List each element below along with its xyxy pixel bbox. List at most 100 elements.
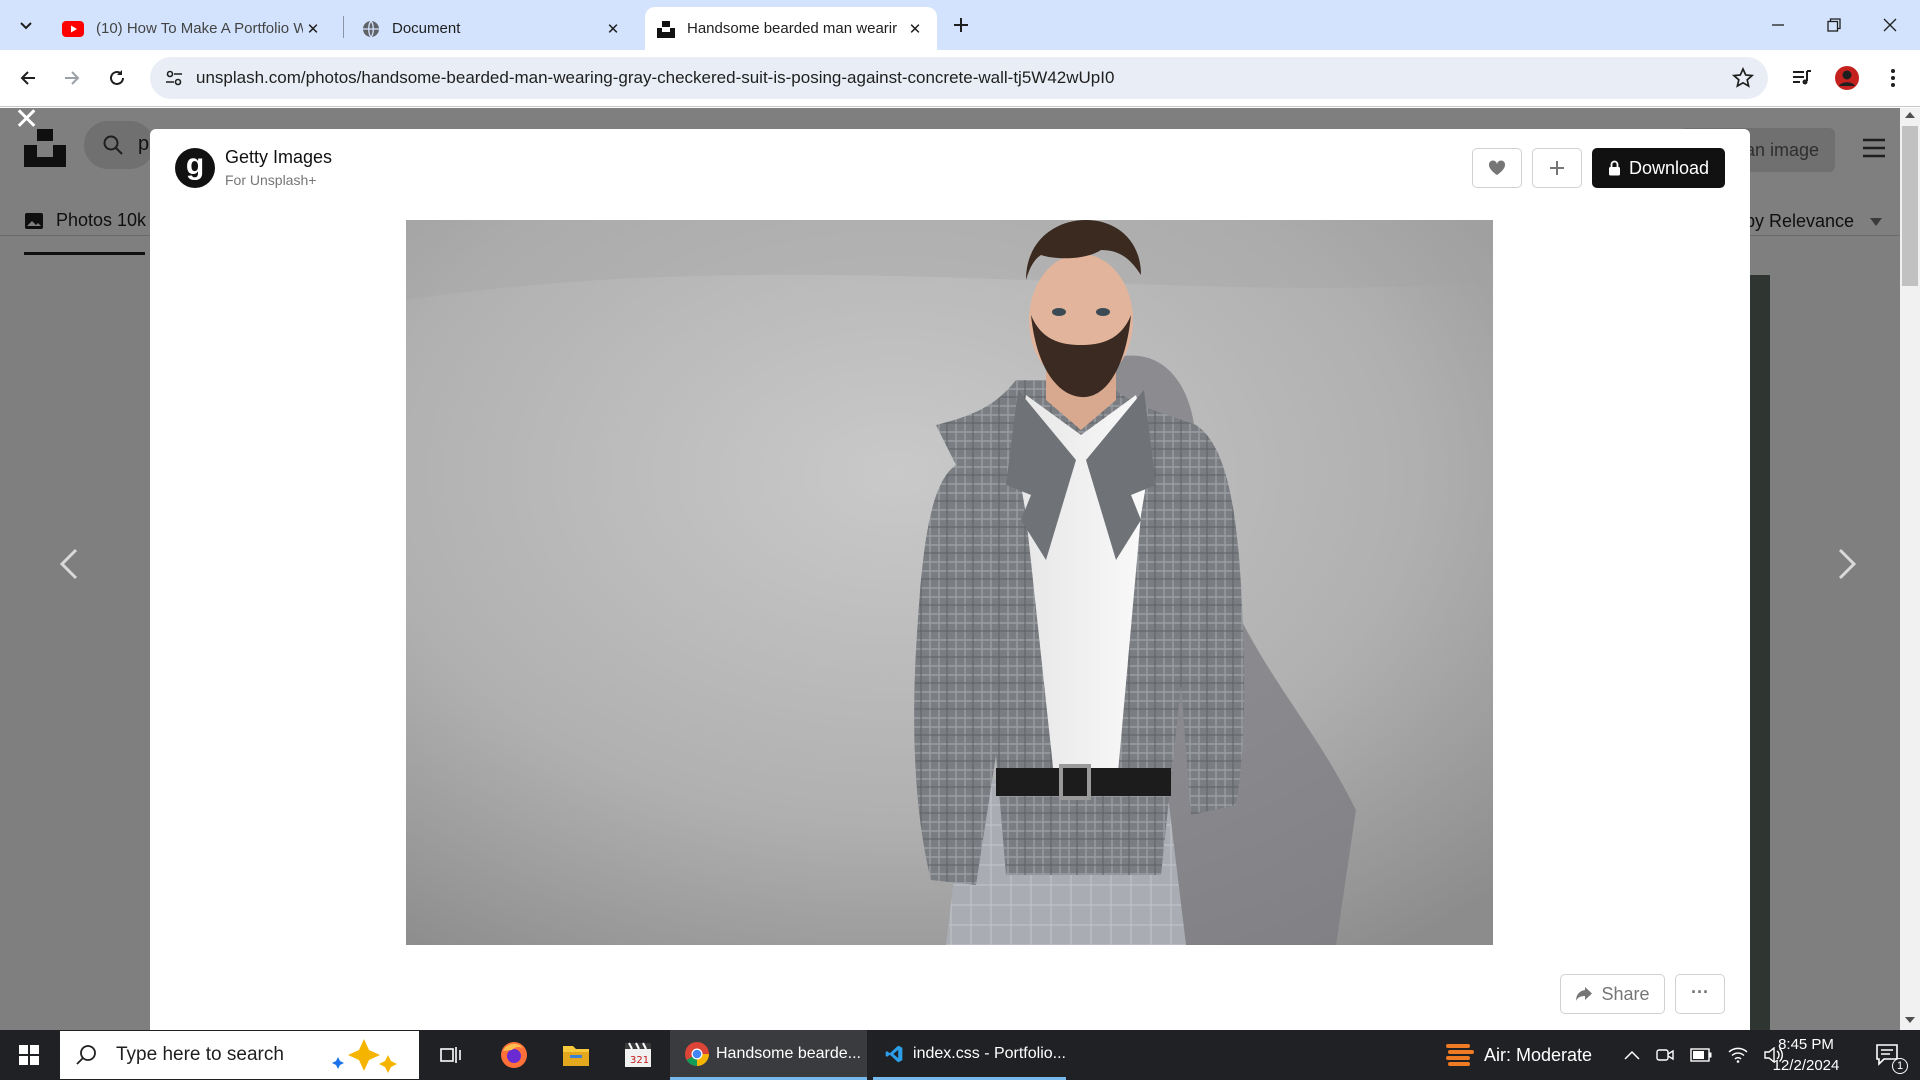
battery-icon[interactable] <box>1690 1048 1712 1062</box>
taskbar-app-vscode[interactable]: index.css - Portfolio... <box>873 1030 1066 1080</box>
browser-tab-unsplash[interactable]: Handsome bearded man wearir ✕ <box>645 7 937 50</box>
close-icon <box>1883 18 1897 32</box>
profile-button[interactable] <box>1829 60 1865 96</box>
browser-tab-document[interactable]: Document ✕ <box>350 7 635 50</box>
author-subtitle[interactable]: For Unsplash+ <box>225 172 316 188</box>
download-button[interactable]: Download <box>1592 148 1725 188</box>
taskbar-search-placeholder: Type here to search <box>116 1044 284 1065</box>
notification-center-button[interactable]: 1 <box>1868 1030 1908 1080</box>
tab-divider <box>343 16 344 38</box>
share-button[interactable]: Share <box>1560 974 1665 1014</box>
task-view-icon <box>440 1047 461 1063</box>
air-quality-widget[interactable]: Air: Moderate <box>1446 1030 1592 1080</box>
globe-icon <box>363 20 379 37</box>
new-tab-button[interactable] <box>943 7 979 43</box>
page-viewport: ✕ p Photos 10k an image by Relevance g G… <box>0 108 1920 1030</box>
taskbar-app-label: Handsome bearde... <box>716 1044 861 1062</box>
chevron-right-icon <box>1838 548 1857 580</box>
tune-icon <box>166 70 182 86</box>
clapperboard-icon: 321 <box>625 1042 651 1067</box>
photo-modal: g Getty Images For Unsplash+ Download Sh… <box>150 129 1750 1030</box>
scrollbar-thumb[interactable] <box>1902 126 1918 286</box>
firefox-icon <box>501 1042 527 1068</box>
background-search-text: p <box>138 133 150 155</box>
kebab-menu-icon <box>1891 69 1895 87</box>
taskbar-calendar-app[interactable]: 321 <box>617 1030 659 1080</box>
folder-icon <box>563 1046 589 1066</box>
active-tab-underline <box>24 252 145 255</box>
taskbar-firefox[interactable] <box>493 1030 535 1080</box>
photo-portrait-illustration <box>406 220 1493 945</box>
lock-icon <box>1608 160 1620 176</box>
close-window-button[interactable] <box>1862 0 1918 50</box>
submit-button-label: an image <box>1745 140 1820 160</box>
add-to-collection-button[interactable] <box>1532 148 1582 188</box>
system-tray[interactable] <box>1624 1030 1784 1080</box>
previous-photo-button[interactable] <box>58 548 80 580</box>
tab-title: Document <box>392 20 461 37</box>
author-name[interactable]: Getty Images <box>225 147 332 168</box>
forward-button[interactable] <box>54 60 90 96</box>
youtube-icon <box>62 20 84 37</box>
site-info-icon[interactable] <box>164 68 184 88</box>
scroll-up-icon[interactable] <box>1905 112 1915 118</box>
taskbar-search-box[interactable]: Type here to search <box>60 1031 419 1079</box>
tab-close-icon[interactable]: ✕ <box>303 19 323 39</box>
tab-close-icon[interactable]: ✕ <box>603 19 623 39</box>
forward-arrow-icon <box>65 71 80 85</box>
chevron-down-icon <box>20 22 32 30</box>
taskbar-app-label: index.css - Portfolio... <box>913 1044 1066 1062</box>
back-arrow-icon <box>20 71 35 85</box>
background-sort-dropdown[interactable]: by Relevance <box>1745 211 1883 232</box>
browser-tab-youtube[interactable]: (10) How To Make A Portfolio W ✕ <box>50 7 335 50</box>
minimize-button[interactable] <box>1750 0 1806 50</box>
vscode-icon <box>885 1045 903 1062</box>
scroll-down-icon[interactable] <box>1905 1017 1915 1023</box>
start-button[interactable] <box>0 1030 58 1080</box>
author-avatar[interactable]: g <box>175 148 215 188</box>
meet-now-icon[interactable] <box>1656 1046 1674 1064</box>
search-icon <box>103 135 123 155</box>
taskbar-clock[interactable]: 8:45 PM 12/2/2024 <box>1766 1030 1846 1080</box>
wifi-icon[interactable] <box>1728 1047 1748 1063</box>
search-icon <box>76 1045 96 1065</box>
like-button[interactable] <box>1472 148 1522 188</box>
main-photo[interactable] <box>406 220 1493 945</box>
address-bar[interactable]: unsplash.com/photos/handsome-bearded-man… <box>150 57 1768 99</box>
star-icon <box>1732 67 1754 88</box>
sparkle-highlight-icon <box>331 1039 397 1073</box>
heart-icon <box>1488 160 1506 175</box>
share-label: Share <box>1601 983 1650 1004</box>
avatar-icon <box>1835 66 1859 90</box>
chevron-up-icon[interactable] <box>1624 1050 1640 1060</box>
background-photo-edge <box>1750 275 1770 1030</box>
url-text[interactable]: unsplash.com/photos/handsome-bearded-man… <box>196 68 1114 88</box>
download-label: Download <box>1628 157 1710 178</box>
browser-toolbar: unsplash.com/photos/handsome-bearded-man… <box>0 50 1920 107</box>
taskbar-file-explorer[interactable] <box>555 1030 597 1080</box>
task-view-button[interactable] <box>430 1030 472 1080</box>
background-photos-tab[interactable]: Photos 10k <box>24 210 146 231</box>
tab-close-icon[interactable]: ✕ <box>905 19 925 39</box>
reload-button[interactable] <box>99 60 135 96</box>
close-modal-icon[interactable]: ✕ <box>14 108 39 137</box>
minimize-icon <box>1772 24 1784 26</box>
hamburger-menu-icon[interactable] <box>1862 138 1886 158</box>
restore-icon <box>1827 18 1841 32</box>
bookmark-button[interactable] <box>1732 67 1754 89</box>
windows-taskbar: Type here to search 321 Handsome bearde.… <box>0 1030 1920 1080</box>
tab-search-button[interactable] <box>8 7 44 43</box>
more-actions-button[interactable]: ··· <box>1675 974 1725 1014</box>
restore-button[interactable] <box>1806 0 1862 50</box>
notification-count-badge: 1 <box>1892 1058 1908 1074</box>
author-avatar-letter: g <box>185 148 205 181</box>
taskbar-app-chrome[interactable]: Handsome bearde... <box>670 1030 867 1080</box>
clock-time: 8:45 PM <box>1778 1036 1834 1053</box>
chrome-menu-button[interactable] <box>1875 60 1911 96</box>
page-scrollbar[interactable] <box>1900 108 1920 1030</box>
media-controls-button[interactable] <box>1784 60 1820 96</box>
background-search-bar: p <box>84 121 154 169</box>
back-button[interactable] <box>10 60 46 96</box>
chevron-left-icon <box>59 548 78 580</box>
next-photo-button[interactable] <box>1836 548 1858 580</box>
